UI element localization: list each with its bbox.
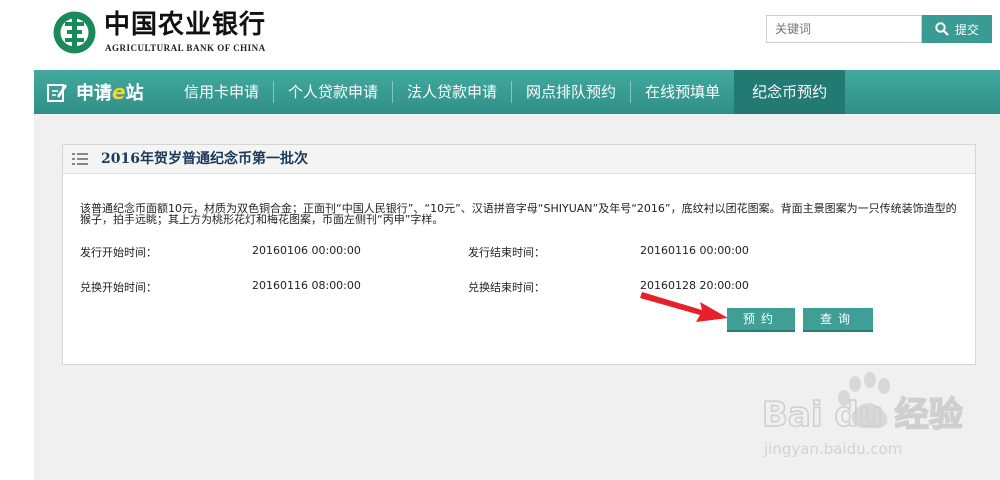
panel-title: 2016年贺岁普通纪念币第一批次 xyxy=(101,151,308,167)
logo-english-name: AGRICULTURAL BANK OF CHINA xyxy=(105,43,266,53)
watermark-brand: Bai du 经验 xyxy=(762,395,963,435)
nav-item-online-form[interactable]: 在线预填单 xyxy=(631,70,734,114)
nav-item-credit-card[interactable]: 信用卡申请 xyxy=(170,70,273,114)
nav-brand-suffix: 站 xyxy=(125,83,144,104)
search-input[interactable] xyxy=(766,15,922,43)
red-arrow-annotation xyxy=(640,292,728,322)
abc-logo-icon[interactable] xyxy=(52,10,97,55)
coin-batch-panel: 2016年贺岁普通纪念币第一批次 该普通纪念币面额10元，材质为双色铜合金；正面… xyxy=(62,144,976,365)
search-submit-label: 提交 xyxy=(954,22,979,37)
nav-item-personal-loan[interactable]: 个人贷款申请 xyxy=(274,70,392,114)
panel-header: 2016年贺岁普通纪念币第一批次 xyxy=(63,145,975,174)
nav-brand-text: 申请 xyxy=(76,83,112,104)
nav-item-branch-queue[interactable]: 网点排队预约 xyxy=(512,70,630,114)
watermark-url: jingyan.baidu.com xyxy=(763,440,902,458)
reserve-button[interactable]: 预约 xyxy=(727,308,795,332)
nav-item-corporate-loan[interactable]: 法人贷款申请 xyxy=(393,70,511,114)
issue-start-label: 发行开始时间： xyxy=(80,246,157,259)
baidu-paw-icon: Bai du 经验 jingyan.baidu.com xyxy=(761,372,963,458)
logo-chinese-name: 中国农业银行 xyxy=(104,10,267,40)
exchange-start-value: 20160116 08:00:00 xyxy=(252,279,361,292)
nav-brand[interactable]: 申请e站 xyxy=(46,70,144,114)
search-icon xyxy=(935,22,949,36)
issue-start-value: 20160106 00:00:00 xyxy=(252,244,361,257)
exchange-start-label: 兑换开始时间： xyxy=(80,281,157,294)
list-icon xyxy=(72,153,88,165)
search-submit-button[interactable]: 提交 xyxy=(922,15,992,43)
exchange-end-label: 兑换结束时间： xyxy=(468,281,545,294)
site-header: 中国农业银行 AGRICULTURAL BANK OF CHINA 提交 xyxy=(0,0,1000,70)
nav-items: 信用卡申请 个人贷款申请 法人贷款申请 网点排队预约 在线预填单 纪念币预约 xyxy=(170,70,846,114)
issue-end-label: 发行结束时间： xyxy=(468,246,545,259)
edit-form-icon xyxy=(47,84,67,102)
query-button[interactable]: 查询 xyxy=(803,308,873,332)
coin-description: 该普通纪念币面额10元，材质为双色铜合金；正面刊“中国人民银行”、“10元”、汉… xyxy=(80,202,957,226)
issue-end-value: 20160116 00:00:00 xyxy=(640,244,749,257)
baidu-jingyan-watermark: Bai du 经验 jingyan.baidu.com xyxy=(760,372,970,462)
nav-brand-e: e xyxy=(112,80,126,104)
main-nav: 申请e站 信用卡申请 个人贷款申请 法人贷款申请 网点排队预约 在线预填单 纪念… xyxy=(34,70,1000,114)
nav-item-coin-reservation[interactable]: 纪念币预约 xyxy=(734,70,846,114)
